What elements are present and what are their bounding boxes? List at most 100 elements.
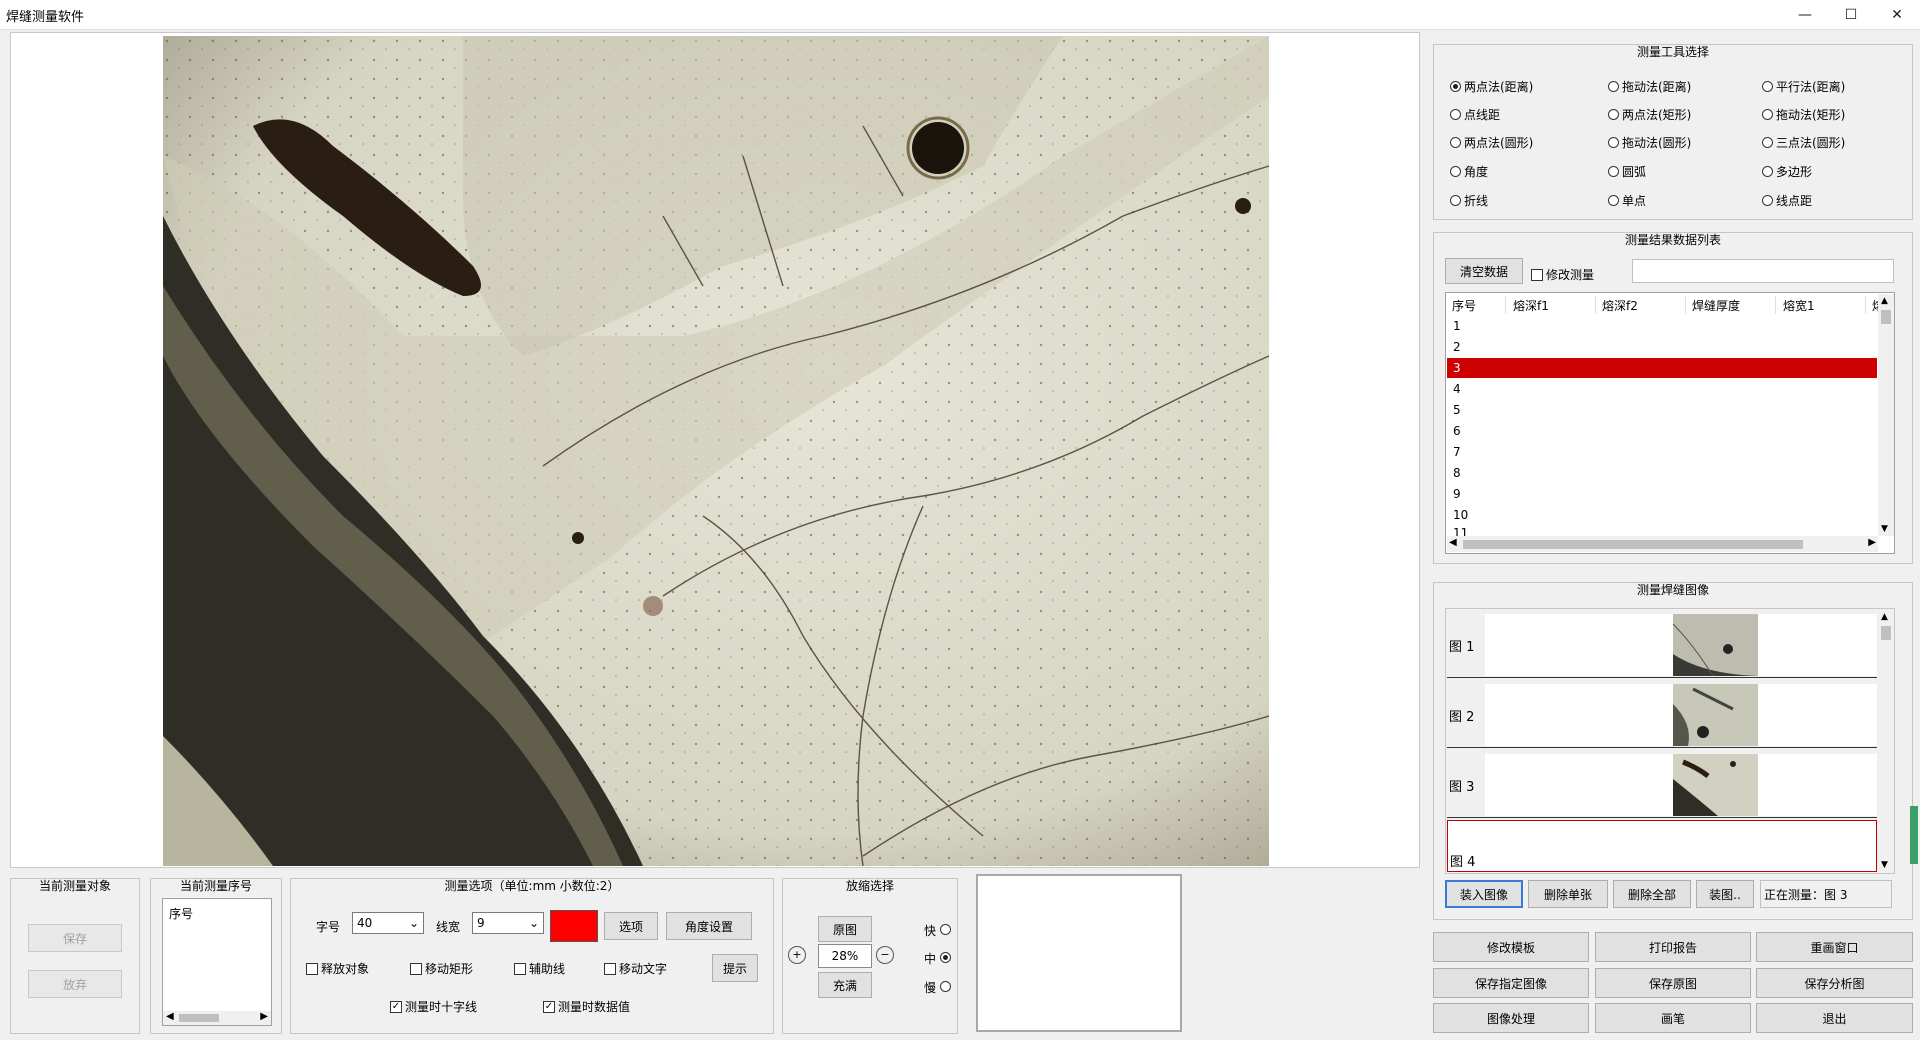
options-button[interactable]: 选项 xyxy=(604,912,658,940)
crosshair-checkbox[interactable]: ✓ 测量时十字线 xyxy=(390,998,477,1015)
save-original-button[interactable]: 保存原图 xyxy=(1595,968,1751,998)
image-item-2[interactable]: 图 2 xyxy=(1447,682,1877,748)
hint-button[interactable]: 提示 xyxy=(712,954,758,982)
image-processing-button[interactable]: 图像处理 xyxy=(1433,1003,1589,1033)
scroll-up-icon[interactable]: ▲ xyxy=(1881,612,1888,622)
index-list[interactable]: 序号 ◀ ▶ xyxy=(162,898,272,1026)
tool-radio-arc[interactable]: 圆弧 xyxy=(1608,163,1646,180)
tool-radio-polygon[interactable]: 多边形 xyxy=(1762,163,1812,180)
scroll-thumb[interactable] xyxy=(179,1014,219,1022)
checkbox-box xyxy=(514,962,526,975)
result-edit-field[interactable] xyxy=(1632,259,1894,283)
image-item-1[interactable]: 图 1 xyxy=(1447,612,1877,678)
save-selected-image-button[interactable]: 保存指定图像 xyxy=(1433,968,1589,998)
col-header-width1[interactable]: 熔宽1 xyxy=(1783,297,1815,314)
zoom-in-icon[interactable]: + xyxy=(788,946,806,964)
table-row-selected[interactable]: 3 xyxy=(1447,358,1877,378)
redraw-window-button[interactable]: 重画窗口 xyxy=(1756,932,1913,962)
table-row[interactable]: 1 xyxy=(1447,316,1877,336)
index-hscroll[interactable]: ◀ ▶ xyxy=(163,1011,271,1025)
scroll-up-icon[interactable]: ▲ xyxy=(1881,296,1888,306)
chevron-down-icon: ⌄ xyxy=(528,916,539,930)
save-button[interactable]: 保存 xyxy=(28,924,122,952)
tool-label: 多边形 xyxy=(1776,165,1813,179)
close-button[interactable]: ✕ xyxy=(1874,0,1920,30)
tool-radio-single-point[interactable]: 单点 xyxy=(1608,192,1646,209)
original-size-button[interactable]: 原图 xyxy=(818,916,872,942)
maximize-button[interactable]: ☐ xyxy=(1828,0,1874,30)
tool-radio-parallel-distance[interactable]: 平行法(距离) xyxy=(1762,78,1845,95)
table-row[interactable]: 2 xyxy=(1447,337,1877,357)
table-row[interactable]: 9 xyxy=(1447,484,1877,504)
tool-radio-two-point-circle[interactable]: 两点法(圆形) xyxy=(1450,134,1533,151)
minimize-button[interactable]: — xyxy=(1782,0,1828,30)
aux-line-checkbox[interactable]: 辅助线 xyxy=(514,960,565,977)
color-swatch[interactable] xyxy=(550,910,598,942)
tool-selection-group: 测量工具选择 xyxy=(1433,44,1913,220)
table-row[interactable]: 11 xyxy=(1447,526,1877,536)
scroll-thumb[interactable] xyxy=(1463,540,1803,549)
col-header-depth-f1[interactable]: 熔深f1 xyxy=(1513,297,1549,314)
exit-button[interactable]: 退出 xyxy=(1756,1003,1913,1033)
scroll-down-icon[interactable]: ▼ xyxy=(1881,524,1888,534)
tool-radio-drag-rect[interactable]: 拖动法(矩形) xyxy=(1762,106,1845,123)
tool-radio-two-point-distance[interactable]: 两点法(距离) xyxy=(1450,78,1533,95)
col-header-depth-f2[interactable]: 熔深f2 xyxy=(1602,297,1638,314)
line-width-select[interactable]: 9 ⌄ xyxy=(472,912,544,934)
tool-radio-polyline[interactable]: 折线 xyxy=(1450,192,1488,209)
radio-indicator xyxy=(1608,166,1619,177)
brush-button[interactable]: 画笔 xyxy=(1595,1003,1751,1033)
weld-micrograph[interactable] xyxy=(163,36,1269,866)
speed-fast-radio[interactable]: 快 xyxy=(924,922,954,939)
scroll-right-icon[interactable]: ▶ xyxy=(1868,537,1876,548)
tool-radio-point-line[interactable]: 点线距 xyxy=(1450,106,1500,123)
install-image-button[interactable]: 装图.. xyxy=(1696,880,1754,908)
scroll-left-icon[interactable]: ◀ xyxy=(166,1011,174,1022)
load-image-button[interactable]: 装入图像 xyxy=(1445,880,1523,908)
table-row[interactable]: 5 xyxy=(1447,400,1877,420)
discard-button[interactable]: 放弃 xyxy=(28,970,122,998)
table-row[interactable]: 4 xyxy=(1447,379,1877,399)
table-row[interactable]: 8 xyxy=(1447,463,1877,483)
scroll-left-icon[interactable]: ◀ xyxy=(1449,537,1457,548)
print-report-button[interactable]: 打印报告 xyxy=(1595,932,1751,962)
images-vscroll[interactable]: ▲ ▼ xyxy=(1878,610,1894,872)
results-vscroll[interactable]: ▲ ▼ xyxy=(1878,294,1894,536)
tool-radio-two-point-rect[interactable]: 两点法(矩形) xyxy=(1608,106,1691,123)
save-analysis-button[interactable]: 保存分析图 xyxy=(1756,968,1913,998)
delete-all-button[interactable]: 删除全部 xyxy=(1613,880,1691,908)
speed-slow-radio[interactable]: 慢 xyxy=(924,979,954,996)
speed-medium-radio[interactable]: 中 xyxy=(924,950,954,967)
font-size-select[interactable]: 40 ⌄ xyxy=(352,912,424,934)
move-rect-checkbox[interactable]: 移动矩形 xyxy=(410,960,473,977)
clear-data-button[interactable]: 清空数据 xyxy=(1445,258,1523,284)
measure-options-group: 测量选项（单位:mm 小数位:2） xyxy=(290,878,774,1034)
results-hscroll[interactable]: ◀ ▶ xyxy=(1447,536,1878,552)
angle-settings-button[interactable]: 角度设置 xyxy=(666,912,752,940)
image-item-3[interactable]: 图 3 xyxy=(1447,752,1877,818)
table-row[interactable]: 10 xyxy=(1447,505,1877,525)
release-object-checkbox[interactable]: 释放对象 xyxy=(306,960,369,977)
image-item-4[interactable]: 图 4 xyxy=(1447,820,1877,872)
table-row[interactable]: 6 xyxy=(1447,421,1877,441)
tool-radio-line-point[interactable]: 线点距 xyxy=(1762,192,1812,209)
move-text-checkbox[interactable]: 移动文字 xyxy=(604,960,667,977)
scroll-down-icon[interactable]: ▼ xyxy=(1881,860,1888,870)
tool-radio-drag-distance[interactable]: 拖动法(距离) xyxy=(1608,78,1691,95)
scroll-right-icon[interactable]: ▶ xyxy=(260,1011,268,1022)
tool-radio-three-point-circle[interactable]: 三点法(圆形) xyxy=(1762,134,1845,151)
tool-radio-angle[interactable]: 角度 xyxy=(1450,163,1488,180)
tool-radio-drag-circle[interactable]: 拖动法(圆形) xyxy=(1608,134,1691,151)
fill-button[interactable]: 充满 xyxy=(818,972,872,998)
scroll-thumb[interactable] xyxy=(1881,626,1891,640)
col-header-index[interactable]: 序号 xyxy=(1452,297,1476,314)
delete-single-button[interactable]: 删除单张 xyxy=(1528,880,1608,908)
edit-template-button[interactable]: 修改模板 xyxy=(1433,932,1589,962)
zoom-out-icon[interactable]: − xyxy=(876,946,894,964)
col-header-thickness[interactable]: 焊缝厚度 xyxy=(1692,297,1740,314)
modify-measure-checkbox[interactable]: 修改测量 xyxy=(1531,266,1594,283)
zoom-value-field[interactable]: 28% xyxy=(818,944,872,968)
scroll-thumb[interactable] xyxy=(1881,310,1891,324)
table-row[interactable]: 7 xyxy=(1447,442,1877,462)
show-values-checkbox[interactable]: ✓ 测量时数据值 xyxy=(543,998,630,1015)
